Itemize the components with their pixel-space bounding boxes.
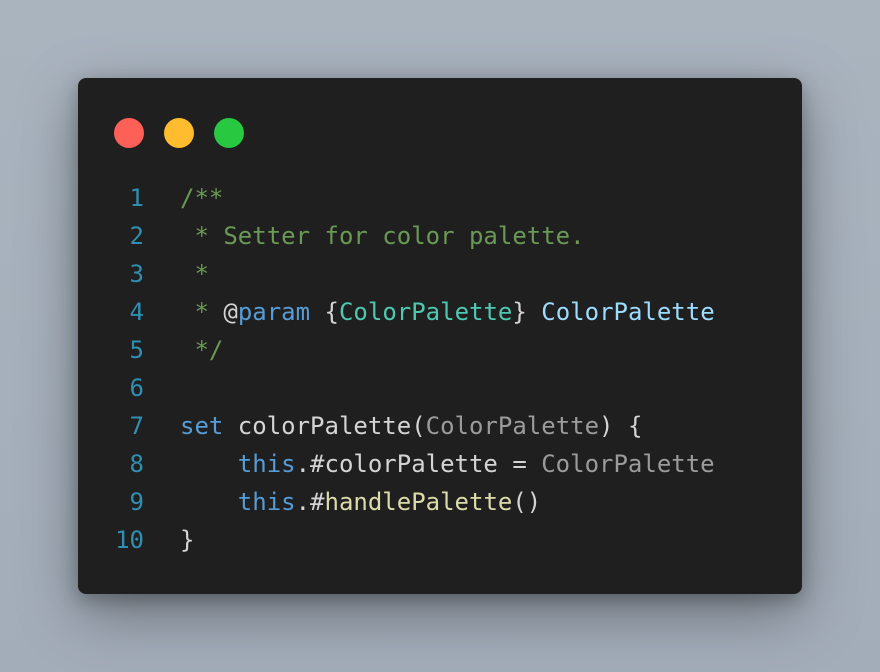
code-token-keyword: param bbox=[237, 298, 311, 326]
line-number: 9 bbox=[129, 488, 144, 516]
code-line: 1 /** bbox=[78, 179, 802, 217]
code-token-comment: /** bbox=[180, 184, 224, 212]
code-text: /** bbox=[180, 179, 223, 217]
code-token-type: ColorPalette bbox=[338, 298, 513, 326]
code-text: } bbox=[180, 521, 194, 559]
code-token-function: handlePalette bbox=[324, 488, 513, 516]
code-token-default: ) { bbox=[599, 412, 643, 440]
code-line: 6 bbox=[78, 369, 802, 407]
code-text: this.#colorPalette = ColorPalette bbox=[180, 445, 715, 483]
code-text: * bbox=[180, 255, 209, 293]
code-token-default: () bbox=[512, 488, 542, 516]
code-token-default bbox=[180, 488, 238, 516]
line-number: 8 bbox=[129, 450, 144, 478]
code-token-default: .# bbox=[295, 488, 325, 516]
code-token-keyword: this bbox=[237, 488, 296, 516]
line-number: 5 bbox=[129, 336, 144, 364]
code-text: * @param {ColorPalette} ColorPalette bbox=[180, 293, 715, 331]
code-token-comment: * Setter for color palette. bbox=[180, 222, 585, 250]
code-token-default: } bbox=[512, 298, 542, 326]
code-token-keyword: set bbox=[180, 412, 224, 440]
code-token-parameter: ColorPalette bbox=[541, 450, 715, 478]
code-text: set colorPalette(ColorPalette) { bbox=[180, 407, 642, 445]
line-number: 4 bbox=[129, 298, 144, 326]
line-number: 10 bbox=[115, 526, 144, 554]
code-token-default: colorPalette( bbox=[223, 412, 426, 440]
code-token-comment: * bbox=[180, 298, 224, 326]
code-line: 7 set colorPalette(ColorPalette) { bbox=[78, 407, 802, 445]
code-token-default: { bbox=[310, 298, 339, 326]
line-number: 2 bbox=[129, 222, 144, 250]
code-line: 9 this.#handlePalette() bbox=[78, 483, 802, 521]
code-token-variable: ColorPalette bbox=[541, 298, 715, 326]
maximize-dot[interactable] bbox=[214, 118, 244, 148]
close-dot[interactable] bbox=[114, 118, 144, 148]
code-line: 8 this.#colorPalette = ColorPalette bbox=[78, 445, 802, 483]
code-line: 2 * Setter for color palette. bbox=[78, 217, 802, 255]
code-text: * Setter for color palette. bbox=[180, 217, 585, 255]
code-token-default: } bbox=[180, 526, 195, 554]
code-line: 3 * bbox=[78, 255, 802, 293]
minimize-dot[interactable] bbox=[164, 118, 194, 148]
code-token-default: .#colorPalette = bbox=[295, 450, 542, 478]
code-window: 1/** 2 * Setter for color palette. 3 * 4 * … bbox=[78, 78, 802, 594]
code-token-comment: * bbox=[180, 260, 209, 288]
code-block: 1/** 2 * Setter for color palette. 3 * 4 * … bbox=[78, 179, 802, 559]
code-line: 4 * @param {ColorPalette} ColorPalette bbox=[78, 293, 802, 331]
code-text: this.#handlePalette() bbox=[180, 483, 541, 521]
code-line: 10} bbox=[78, 521, 802, 559]
code-line: 5 */ bbox=[78, 331, 802, 369]
line-number: 3 bbox=[129, 260, 144, 288]
code-token-parameter: ColorPalette bbox=[425, 412, 600, 440]
code-token-keyword: this bbox=[237, 450, 296, 478]
line-number: 7 bbox=[129, 412, 144, 440]
code-text: */ bbox=[180, 331, 223, 369]
code-token-default: @ bbox=[223, 298, 238, 326]
line-number: 1 bbox=[129, 184, 144, 212]
code-token-default bbox=[180, 450, 238, 478]
code-token-comment: */ bbox=[180, 336, 224, 364]
line-number: 6 bbox=[129, 374, 144, 402]
